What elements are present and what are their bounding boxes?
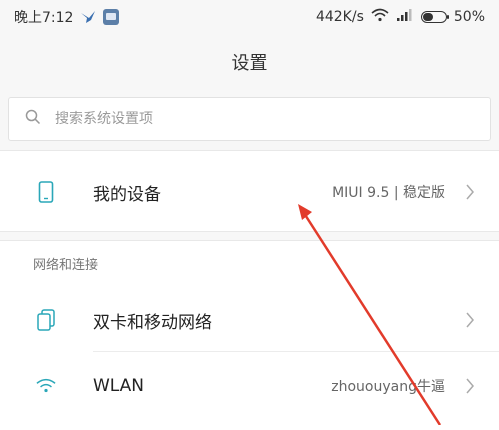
status-bar: 晚上7:12 442K/s 50% [0,0,499,34]
bird-icon [80,9,96,25]
wlan-value: zhououyang牛逼 [331,379,445,395]
row-divider [93,351,499,352]
chevron-right-icon [465,183,477,201]
dual-sim-title: 双卡和移动网络 [93,312,212,333]
device-value: MIUI 9.5 | 稳定版 [332,185,445,201]
wifi-status-icon [371,8,389,26]
battery-tip [446,15,449,19]
status-left: 晚上7:12 [14,7,120,27]
app-icon [103,9,120,25]
search-box[interactable] [8,97,491,141]
device-row[interactable]: 我的设备 MIUI 9.5 | 稳定版 [0,159,499,225]
device-title: 我的设备 [93,184,161,205]
page-header: 设置 [0,34,499,90]
wlan-title: WLAN [93,376,145,396]
battery-icon [420,11,449,23]
search-icon [25,109,41,129]
battery-percent: 50% [453,9,485,25]
phone-icon [36,180,56,204]
chevron-right-icon [465,377,477,395]
section-label-network: 网络和连接 [33,258,99,273]
page-title: 设置 [231,53,268,74]
signal-icon [396,8,414,26]
dual-sim-row[interactable]: 双卡和移动网络 [0,287,499,353]
wifi-icon [36,374,56,398]
network-speed: 442K/s [315,9,364,25]
sim-icon [36,308,56,332]
status-time: 晚上7:12 [14,10,74,26]
search-input[interactable] [53,110,457,128]
status-right: 442K/s 50% [316,8,485,26]
wlan-row[interactable]: WLAN zhououyang牛逼 [0,353,499,419]
device-card: 我的设备 MIUI 9.5 | 稳定版 [0,150,499,232]
battery-fill [422,13,433,21]
chevron-right-icon [465,311,477,329]
